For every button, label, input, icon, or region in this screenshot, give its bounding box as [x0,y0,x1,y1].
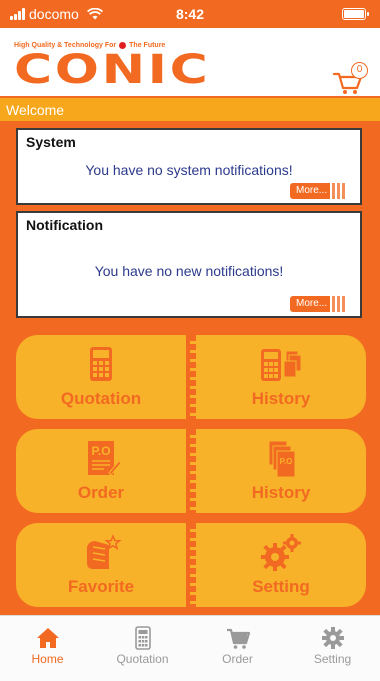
battery-icon [342,8,369,20]
favorite-star-icon [87,533,122,569]
home-icon [36,628,59,648]
setting-label: Setting [252,577,310,596]
tab-home-label: Home [31,652,64,666]
tab-setting-label: Setting [313,652,352,666]
system-more-button[interactable]: More... [290,183,352,199]
tab-order-label: Order [222,652,253,666]
notification-more-button[interactable]: More... [290,296,352,312]
quotation-history-label: History [251,389,311,408]
notification-panel-title: Notification [26,217,103,233]
order-label: Order [77,483,125,502]
tab-bar: Home Quotation Order Setting [0,615,380,681]
cart-button[interactable]: 0 [332,62,368,96]
stripes-icon [332,183,345,199]
tab-quotation-label: Quotation [116,652,169,666]
app-header: High Quality & Technology For The Future… [0,28,380,96]
quotation-history-icon [261,349,302,381]
battery-level [344,10,364,18]
tab-home[interactable]: Home [0,616,95,681]
tab-quotation[interactable]: Quotation [95,616,190,681]
system-panel-message: You have no system notifications! [85,162,293,178]
tab-setting[interactable]: Setting [285,616,380,681]
clock: 8:42 [175,6,205,22]
status-bar: docomo 8:42 [0,0,380,28]
notification-panel-message: You have no new notifications! [94,263,284,279]
system-panel: System You have no system notifications!… [16,128,362,205]
order-button[interactable]: P.O Order [16,429,186,513]
order-history-icon: P.O [268,440,296,478]
order-history-label: History [251,483,311,502]
welcome-bar: Welcome [0,96,380,121]
quotation-history-button[interactable]: History [196,335,366,419]
svg-text:P.O: P.O [91,444,110,458]
gears-icon [261,534,301,571]
quotation-button[interactable]: Quotation [16,335,186,419]
more-label: More... [290,183,330,199]
quotation-label: Quotation [60,389,142,408]
setting-button[interactable]: Setting [196,523,366,607]
order-history-button[interactable]: P.O History [196,429,366,513]
cart-icon [226,628,250,649]
system-panel-title: System [26,134,76,150]
calculator-icon [134,626,151,650]
main-content: System You have no system notifications!… [0,121,380,615]
purchase-order-icon: P.O [88,441,122,476]
tab-order[interactable]: Order [190,616,285,681]
favorite-button[interactable]: Favorite [16,523,186,607]
notification-panel: Notification You have no new notificatio… [16,211,362,318]
calculator-icon [90,347,112,381]
gear-icon [321,627,344,649]
conic-logo: CONIC [14,47,211,93]
svg-text:P.O: P.O [280,457,293,466]
more-label: More... [290,296,330,312]
favorite-label: Favorite [67,577,135,596]
cart-count-badge: 0 [351,62,368,79]
stripes-icon [332,296,345,312]
